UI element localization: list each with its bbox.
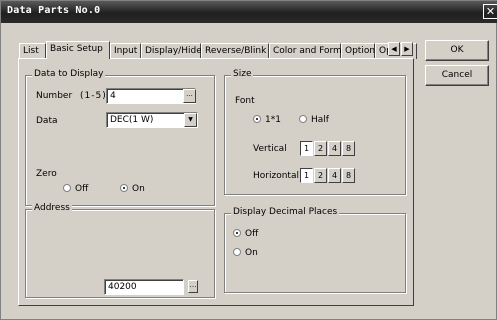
radio-checked-icon <box>120 184 128 192</box>
font-half-radio[interactable]: Half <box>299 115 329 125</box>
vertical-scale-8-button[interactable]: 8 <box>342 141 355 156</box>
address-title: Address <box>32 203 72 213</box>
dialog-window: Data Parts No.0 ✕ List Basic Setup Input… <box>0 0 497 320</box>
radio-icon <box>63 184 71 192</box>
vertical-scale-1-button[interactable]: 1 <box>300 141 313 156</box>
tab-color-and-form[interactable]: Color and Form <box>269 43 342 59</box>
horizontal-scale-8-button[interactable]: 8 <box>342 168 355 183</box>
number-browse-button[interactable]: ... <box>183 89 196 103</box>
horizontal-scale-2-button[interactable]: 2 <box>314 168 327 183</box>
font-half-label: Half <box>311 115 329 125</box>
zero-on-label: On <box>132 184 145 194</box>
font-1x1-radio[interactable]: 1*1 <box>253 115 281 125</box>
cancel-button[interactable]: Cancel <box>425 65 489 86</box>
tab-basic-setup[interactable]: Basic Setup <box>46 41 110 59</box>
radio-icon <box>233 248 241 256</box>
vertical-scale-4-button[interactable]: 4 <box>328 141 341 156</box>
size-title: Size <box>231 69 254 79</box>
number-label: Number <box>36 91 73 101</box>
horizontal-scale-4-button[interactable]: 4 <box>328 168 341 183</box>
tab-reverse-blink[interactable]: Reverse/Blink <box>201 43 269 59</box>
zero-off-label: Off <box>75 184 89 194</box>
tab-list[interactable]: List <box>19 43 46 59</box>
tab-option[interactable]: Option <box>341 43 375 59</box>
close-icon[interactable]: ✕ <box>483 4 497 19</box>
decimal-places-group: Display Decimal Places Off On <box>224 207 406 293</box>
font-1x1-label: 1*1 <box>265 115 281 125</box>
vertical-scale-group: 1 2 4 8 <box>300 141 356 156</box>
zero-off-radio[interactable]: Off <box>63 184 88 194</box>
decimal-off-label: Off <box>245 229 259 239</box>
radio-icon <box>299 115 307 123</box>
decimal-on-radio[interactable]: On <box>233 248 258 258</box>
tab-display-hide[interactable]: Display/Hide <box>141 43 202 59</box>
data-to-display-group: Data to Display Number (1-5) 4 ... Data … <box>25 69 215 206</box>
tab-strip: List Basic Setup Input Display/Hide Reve… <box>19 41 417 59</box>
title-bar[interactable]: Data Parts No.0 ✕ <box>1 1 497 23</box>
window-title: Data Parts No.0 <box>7 5 101 16</box>
decimal-off-radio[interactable]: Off <box>233 229 258 239</box>
horizontal-label: Horizontal <box>253 171 299 181</box>
radio-checked-icon <box>233 229 241 237</box>
address-input[interactable]: 40200 <box>104 279 184 295</box>
tab-input[interactable]: Input <box>110 43 141 59</box>
data-to-display-title: Data to Display <box>32 69 106 79</box>
basic-setup-panel: Data to Display Number (1-5) 4 ... Data … <box>18 58 414 306</box>
decimal-on-label: On <box>245 248 258 258</box>
radio-checked-icon <box>253 115 261 123</box>
horizontal-scale-1-button[interactable]: 1 <box>300 168 313 183</box>
address-browse-icon[interactable]: … <box>188 280 198 293</box>
horizontal-scale-group: 1 2 4 8 <box>300 168 356 183</box>
size-group: Size Font 1*1 Half Vertical 1 2 4 8 Hori… <box>224 69 406 195</box>
vertical-label: Vertical <box>253 144 287 154</box>
zero-on-radio[interactable]: On <box>120 184 145 194</box>
chevron-down-icon[interactable]: ▼ <box>184 113 197 127</box>
vertical-scale-2-button[interactable]: 2 <box>314 141 327 156</box>
address-group: Address 40200 … <box>25 203 215 298</box>
data-select-value: DEC(1 W) <box>110 115 154 125</box>
decimal-places-title: Display Decimal Places <box>231 207 340 217</box>
data-label: Data <box>36 116 58 126</box>
font-label: Font <box>235 96 255 106</box>
zero-label: Zero <box>36 169 57 179</box>
tab-scroll-right-icon[interactable]: ▶ <box>401 42 413 56</box>
number-range-label: (1-5) <box>80 91 107 101</box>
tab-scroll-left-icon[interactable]: ◀ <box>388 42 400 56</box>
ok-button[interactable]: OK <box>425 40 489 61</box>
